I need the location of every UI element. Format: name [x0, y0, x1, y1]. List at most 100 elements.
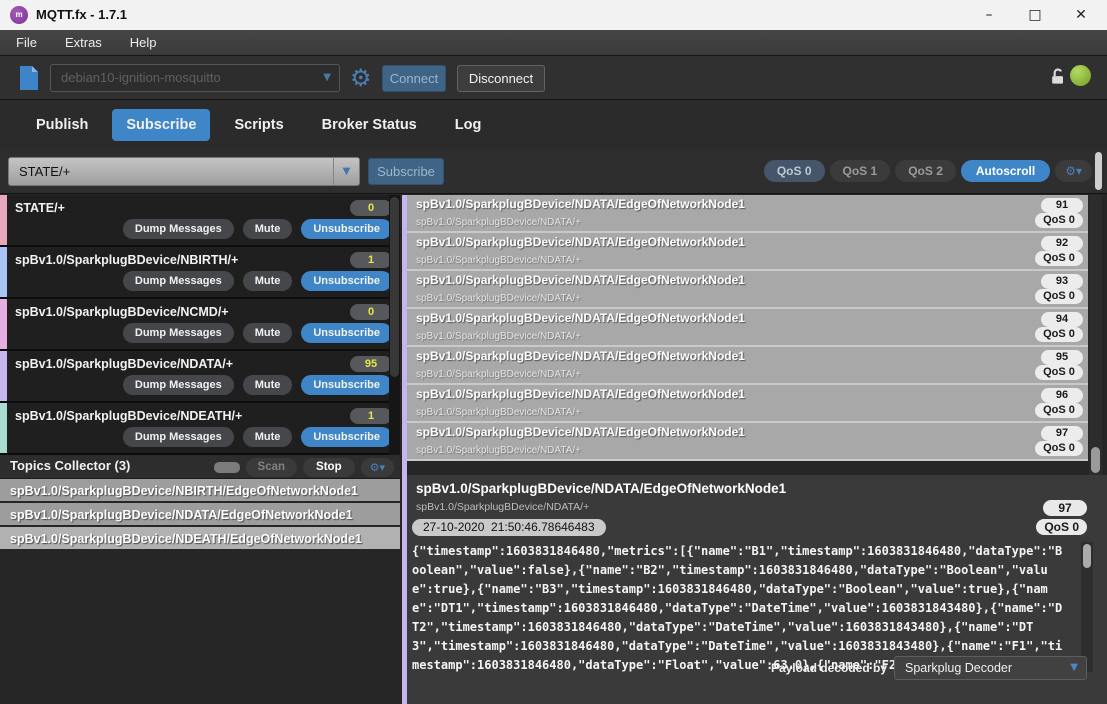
payload-decoded-by-label: Payload decoded by: [771, 661, 887, 675]
window-title: MQTT.fx - 1.7.1: [36, 7, 127, 22]
connect-button[interactable]: Connect: [382, 65, 446, 92]
connection-bar: debian10-ignition-mosquitto ▼ ⚙ Connect …: [0, 56, 1107, 100]
message-color-stripe: [402, 475, 407, 704]
scrollbar-thumb[interactable]: [390, 197, 399, 377]
chevron-down-icon[interactable]: ▼: [333, 158, 359, 185]
tab-publish[interactable]: Publish: [22, 109, 102, 141]
unsubscribe-button[interactable]: Unsubscribe: [301, 375, 392, 395]
dump-messages-button[interactable]: Dump Messages: [123, 271, 234, 291]
qos0-button[interactable]: QoS 0: [764, 160, 825, 182]
chevron-down-icon: ▼: [323, 65, 331, 91]
connection-status-indicator: [1070, 65, 1091, 86]
payload-decoder-select[interactable]: Sparkplug Decoder ▼: [894, 656, 1087, 680]
mute-button[interactable]: Mute: [243, 323, 293, 343]
message-row[interactable]: spBv1.0/SparkplugBDevice/NDATA/EdgeOfNet…: [407, 347, 1088, 385]
subscribe-settings-gear-icon[interactable]: ⚙▾: [1055, 160, 1092, 182]
connection-settings-gear-icon[interactable]: ⚙: [350, 64, 372, 92]
message-count-badge: 0: [350, 200, 392, 216]
message-seq-badge: 95: [1041, 350, 1083, 365]
subscription-topic: STATE/+: [15, 201, 65, 215]
message-qos-badge: QoS 0: [1035, 327, 1083, 342]
message-qos-badge: QoS 0: [1035, 213, 1083, 228]
qos1-button[interactable]: QoS 1: [830, 160, 891, 182]
topics-collector-title: Topics Collector (3): [10, 458, 130, 473]
minimize-icon[interactable]: –: [979, 7, 999, 23]
title-bar: m MQTT.fx - 1.7.1 – □ ✕: [0, 0, 1107, 30]
main-tabs: Publish Subscribe Scripts Broker Status …: [0, 100, 1107, 149]
scrollbar-thumb[interactable]: [1095, 152, 1102, 190]
tab-log[interactable]: Log: [441, 109, 496, 141]
subscribe-button[interactable]: Subscribe: [368, 158, 444, 185]
tab-subscribe[interactable]: Subscribe: [112, 109, 210, 141]
message-count-badge: 1: [350, 408, 392, 424]
dump-messages-button[interactable]: Dump Messages: [123, 375, 234, 395]
mute-button[interactable]: Mute: [243, 219, 293, 239]
collected-topic-row[interactable]: spBv1.0/SparkplugBDevice/NBIRTH/EdgeOfNe…: [0, 479, 400, 503]
subscription-row[interactable]: spBv1.0/SparkplugBDevice/NDATA/+ 95 Dump…: [0, 351, 400, 403]
topic-input[interactable]: STATE/+ ▼: [8, 157, 360, 186]
mute-button[interactable]: Mute: [243, 375, 293, 395]
subscription-topic: spBv1.0/SparkplugBDevice/NBIRTH/+: [15, 253, 238, 267]
qos2-button[interactable]: QoS 2: [895, 160, 956, 182]
menu-file[interactable]: File: [16, 35, 37, 50]
collected-topic-row[interactable]: spBv1.0/SparkplugBDevice/NDATA/EdgeOfNet…: [0, 503, 400, 527]
menu-bar: File Extras Help: [0, 30, 1107, 56]
subscriptions-scrollbar[interactable]: [389, 195, 400, 455]
stop-button[interactable]: Stop: [303, 458, 355, 477]
subscription-row[interactable]: spBv1.0/SparkplugBDevice/NBIRTH/+ 1 Dump…: [0, 247, 400, 299]
subscription-color-stripe: [0, 299, 7, 349]
dump-messages-button[interactable]: Dump Messages: [123, 427, 234, 447]
close-icon[interactable]: ✕: [1071, 7, 1091, 23]
message-topic: spBv1.0/SparkplugBDevice/NDATA/EdgeOfNet…: [416, 197, 745, 211]
unsubscribe-button[interactable]: Unsubscribe: [301, 219, 392, 239]
message-row[interactable]: spBv1.0/SparkplugBDevice/NDATA/EdgeOfNet…: [407, 195, 1088, 233]
payload-scrollbar[interactable]: [1081, 542, 1093, 672]
subscription-row[interactable]: STATE/+ 0 Dump Messages Mute Unsubscribe: [0, 195, 400, 247]
autoscroll-button[interactable]: Autoscroll: [961, 160, 1050, 182]
unlock-icon: [1048, 67, 1068, 92]
menu-help[interactable]: Help: [130, 35, 157, 50]
tab-scripts[interactable]: Scripts: [220, 109, 297, 141]
mute-button[interactable]: Mute: [243, 271, 293, 291]
subscriptions-panel: STATE/+ 0 Dump Messages Mute Unsubscribe…: [0, 195, 400, 704]
tab-broker-status[interactable]: Broker Status: [308, 109, 431, 141]
message-list-scrollbar[interactable]: [1089, 195, 1102, 475]
maximize-icon[interactable]: □: [1025, 7, 1045, 23]
subscription-color-stripe: [0, 351, 7, 401]
collector-settings-gear-icon[interactable]: ⚙▾: [361, 458, 394, 477]
subscription-row[interactable]: spBv1.0/SparkplugBDevice/NDEATH/+ 1 Dump…: [0, 403, 400, 455]
scrollbar-thumb[interactable]: [1091, 447, 1100, 473]
subscription-color-stripe: [0, 403, 7, 453]
dump-messages-button[interactable]: Dump Messages: [123, 323, 234, 343]
scan-progress-indicator: [214, 462, 240, 473]
profile-document-icon[interactable]: [18, 65, 40, 96]
detail-qos-badge: QoS 0: [1036, 519, 1087, 535]
dump-messages-button[interactable]: Dump Messages: [123, 219, 234, 239]
unsubscribe-button[interactable]: Unsubscribe: [301, 427, 392, 447]
message-subscription: spBv1.0/SparkplugBDevice/NDATA/+: [416, 407, 581, 418]
menu-extras[interactable]: Extras: [65, 35, 102, 50]
message-row[interactable]: spBv1.0/SparkplugBDevice/NDATA/EdgeOfNet…: [407, 423, 1088, 461]
unsubscribe-button[interactable]: Unsubscribe: [301, 323, 392, 343]
scrollbar-thumb[interactable]: [1083, 544, 1091, 568]
message-row[interactable]: spBv1.0/SparkplugBDevice/NDATA/EdgeOfNet…: [407, 271, 1088, 309]
message-seq-badge: 96: [1041, 388, 1083, 403]
message-subscription: spBv1.0/SparkplugBDevice/NDATA/+: [416, 445, 581, 456]
message-row[interactable]: spBv1.0/SparkplugBDevice/NDATA/EdgeOfNet…: [407, 385, 1088, 423]
subscription-row[interactable]: spBv1.0/SparkplugBDevice/NCMD/+ 0 Dump M…: [0, 299, 400, 351]
message-topic: spBv1.0/SparkplugBDevice/NDATA/EdgeOfNet…: [416, 311, 745, 325]
mute-button[interactable]: Mute: [243, 427, 293, 447]
connection-profile-select[interactable]: debian10-ignition-mosquitto ▼: [50, 64, 340, 92]
subscription-topic: spBv1.0/SparkplugBDevice/NDATA/+: [15, 357, 233, 371]
chevron-down-icon: ▼: [1070, 657, 1078, 679]
collected-topic-row[interactable]: spBv1.0/SparkplugBDevice/NDEATH/EdgeOfNe…: [0, 527, 400, 551]
message-row[interactable]: spBv1.0/SparkplugBDevice/NDATA/EdgeOfNet…: [407, 309, 1088, 347]
scan-button[interactable]: Scan: [246, 458, 298, 477]
subscribe-bar: STATE/+ ▼ Subscribe QoS 0 QoS 1 QoS 2 Au…: [0, 149, 1107, 194]
message-qos-badge: QoS 0: [1035, 441, 1083, 456]
message-seq-badge: 93: [1041, 274, 1083, 289]
unsubscribe-button[interactable]: Unsubscribe: [301, 271, 392, 291]
message-row[interactable]: spBv1.0/SparkplugBDevice/NDATA/EdgeOfNet…: [407, 233, 1088, 271]
disconnect-button[interactable]: Disconnect: [457, 65, 545, 92]
message-seq-badge: 91: [1041, 198, 1083, 213]
